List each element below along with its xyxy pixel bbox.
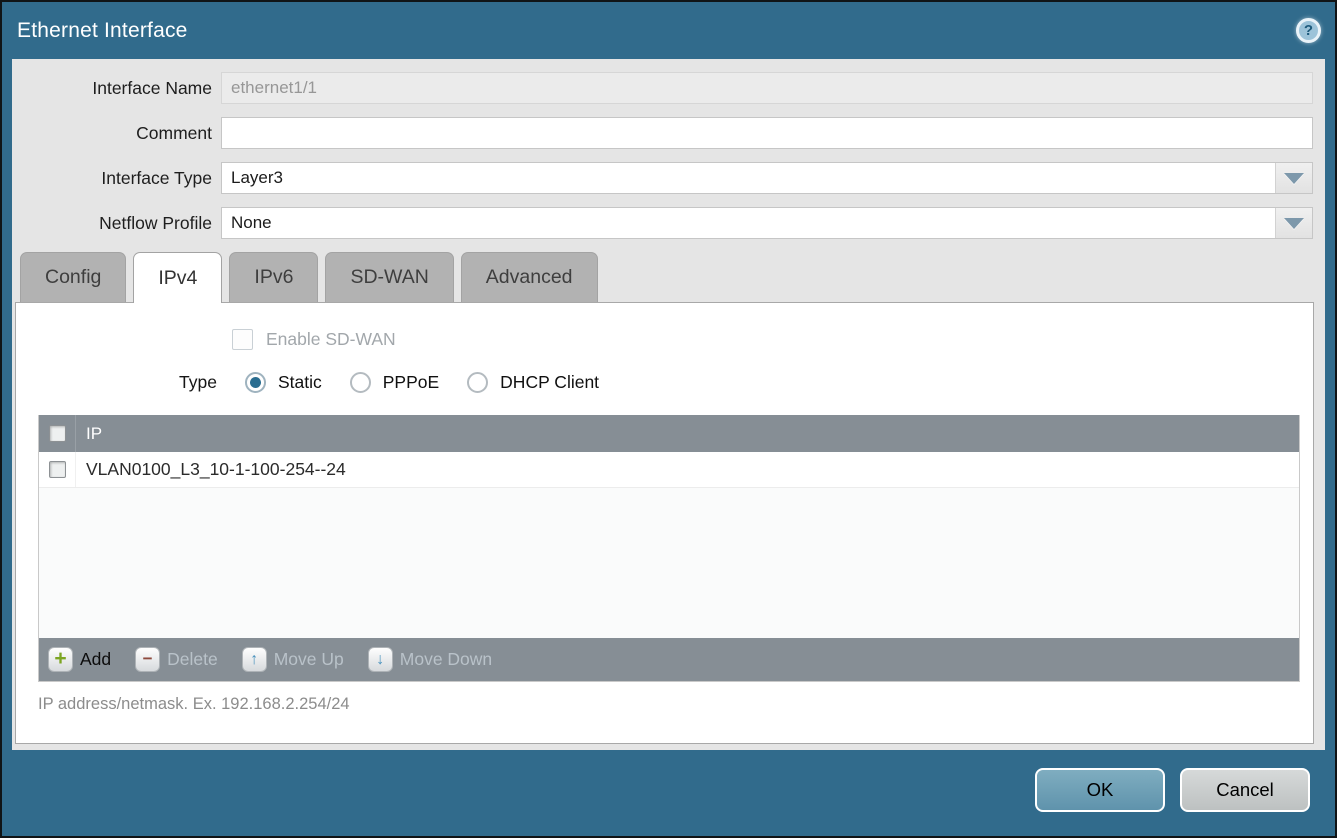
interface-type-select[interactable]: Layer3 — [221, 162, 1313, 194]
arrow-up-icon: ↑ — [242, 647, 267, 672]
radio-button-icon[interactable] — [245, 372, 266, 393]
radio-pppoe[interactable]: PPPoE — [322, 372, 439, 393]
radio-static[interactable]: Static — [217, 372, 322, 393]
table-row[interactable]: VLAN0100_L3_10-1-100-254--24 — [39, 452, 1299, 488]
ip-netmask-hint: IP address/netmask. Ex. 192.168.2.254/24 — [38, 695, 1313, 714]
comment-field[interactable] — [221, 117, 1313, 149]
select-all-checkbox[interactable] — [49, 425, 66, 442]
type-radio-row: Type Static PPPoE DHCP Client — [16, 372, 1313, 393]
delete-button[interactable]: − Delete — [135, 647, 218, 672]
tab-ipv4[interactable]: IPv4 — [133, 252, 222, 303]
move-down-button[interactable]: ↓ Move Down — [368, 647, 492, 672]
radio-button-icon[interactable] — [467, 372, 488, 393]
dialog-content: Interface Name Comment Interface Type La… — [12, 59, 1325, 750]
comment-label: Comment — [12, 123, 212, 144]
form-row-interface-type: Interface Type Layer3 — [12, 162, 1313, 194]
ip-row-value: VLAN0100_L3_10-1-100-254--24 — [76, 452, 346, 487]
interface-name-field — [221, 72, 1313, 104]
tab-advanced[interactable]: Advanced — [461, 252, 598, 302]
ipv4-tab-panel: Enable SD-WAN Type Static PPPoE DHCP Cli… — [15, 302, 1314, 744]
titlebar: Ethernet Interface ? — [2, 2, 1335, 59]
tab-bar: Config IPv4 IPv6 SD-WAN Advanced — [20, 252, 1325, 302]
ip-column-header: IP — [76, 415, 102, 452]
type-label: Type — [179, 372, 217, 393]
tab-config[interactable]: Config — [20, 252, 126, 302]
radio-dhcp-client-label: DHCP Client — [500, 372, 599, 393]
tab-sdwan[interactable]: SD-WAN — [325, 252, 453, 302]
radio-button-icon[interactable] — [350, 372, 371, 393]
radio-pppoe-label: PPPoE — [383, 372, 439, 393]
radio-static-label: Static — [278, 372, 322, 393]
row-checkbox[interactable] — [49, 461, 66, 478]
cancel-button[interactable]: Cancel — [1180, 768, 1310, 812]
chevron-down-icon — [1284, 173, 1304, 184]
ip-table-header: IP — [39, 415, 1299, 452]
interface-type-label: Interface Type — [12, 168, 212, 189]
ip-table: IP VLAN0100_L3_10-1-100-254--24 + Add — [38, 415, 1300, 682]
tab-ipv6[interactable]: IPv6 — [229, 252, 318, 302]
minus-icon: − — [135, 647, 160, 672]
help-icon[interactable]: ? — [1296, 18, 1321, 43]
form-row-interface-name: Interface Name — [12, 72, 1313, 104]
netflow-profile-select[interactable]: None — [221, 207, 1313, 239]
dialog-footer: OK Cancel — [2, 750, 1335, 836]
ethernet-interface-dialog: Ethernet Interface ? Interface Name Comm… — [0, 0, 1337, 838]
interface-name-label: Interface Name — [12, 78, 212, 99]
enable-sdwan-row: Enable SD-WAN — [16, 303, 1313, 350]
netflow-profile-label: Netflow Profile — [12, 213, 212, 234]
ok-button[interactable]: OK — [1035, 768, 1165, 812]
netflow-profile-dropdown-button[interactable] — [1275, 208, 1312, 238]
form-row-comment: Comment — [12, 117, 1313, 149]
form-row-netflow-profile: Netflow Profile None — [12, 207, 1313, 239]
enable-sdwan-label: Enable SD-WAN — [266, 329, 396, 350]
dialog-title: Ethernet Interface — [17, 19, 188, 43]
chevron-down-icon — [1284, 218, 1304, 229]
table-toolbar: + Add − Delete ↑ Move Up — [39, 638, 1299, 681]
radio-dhcp-client[interactable]: DHCP Client — [439, 372, 599, 393]
table-empty-area — [39, 488, 1299, 638]
plus-icon: + — [48, 647, 73, 672]
arrow-down-icon: ↓ — [368, 647, 393, 672]
enable-sdwan-checkbox — [232, 329, 253, 350]
add-button[interactable]: + Add — [48, 647, 111, 672]
move-up-button[interactable]: ↑ Move Up — [242, 647, 344, 672]
interface-type-dropdown-button[interactable] — [1275, 163, 1312, 193]
